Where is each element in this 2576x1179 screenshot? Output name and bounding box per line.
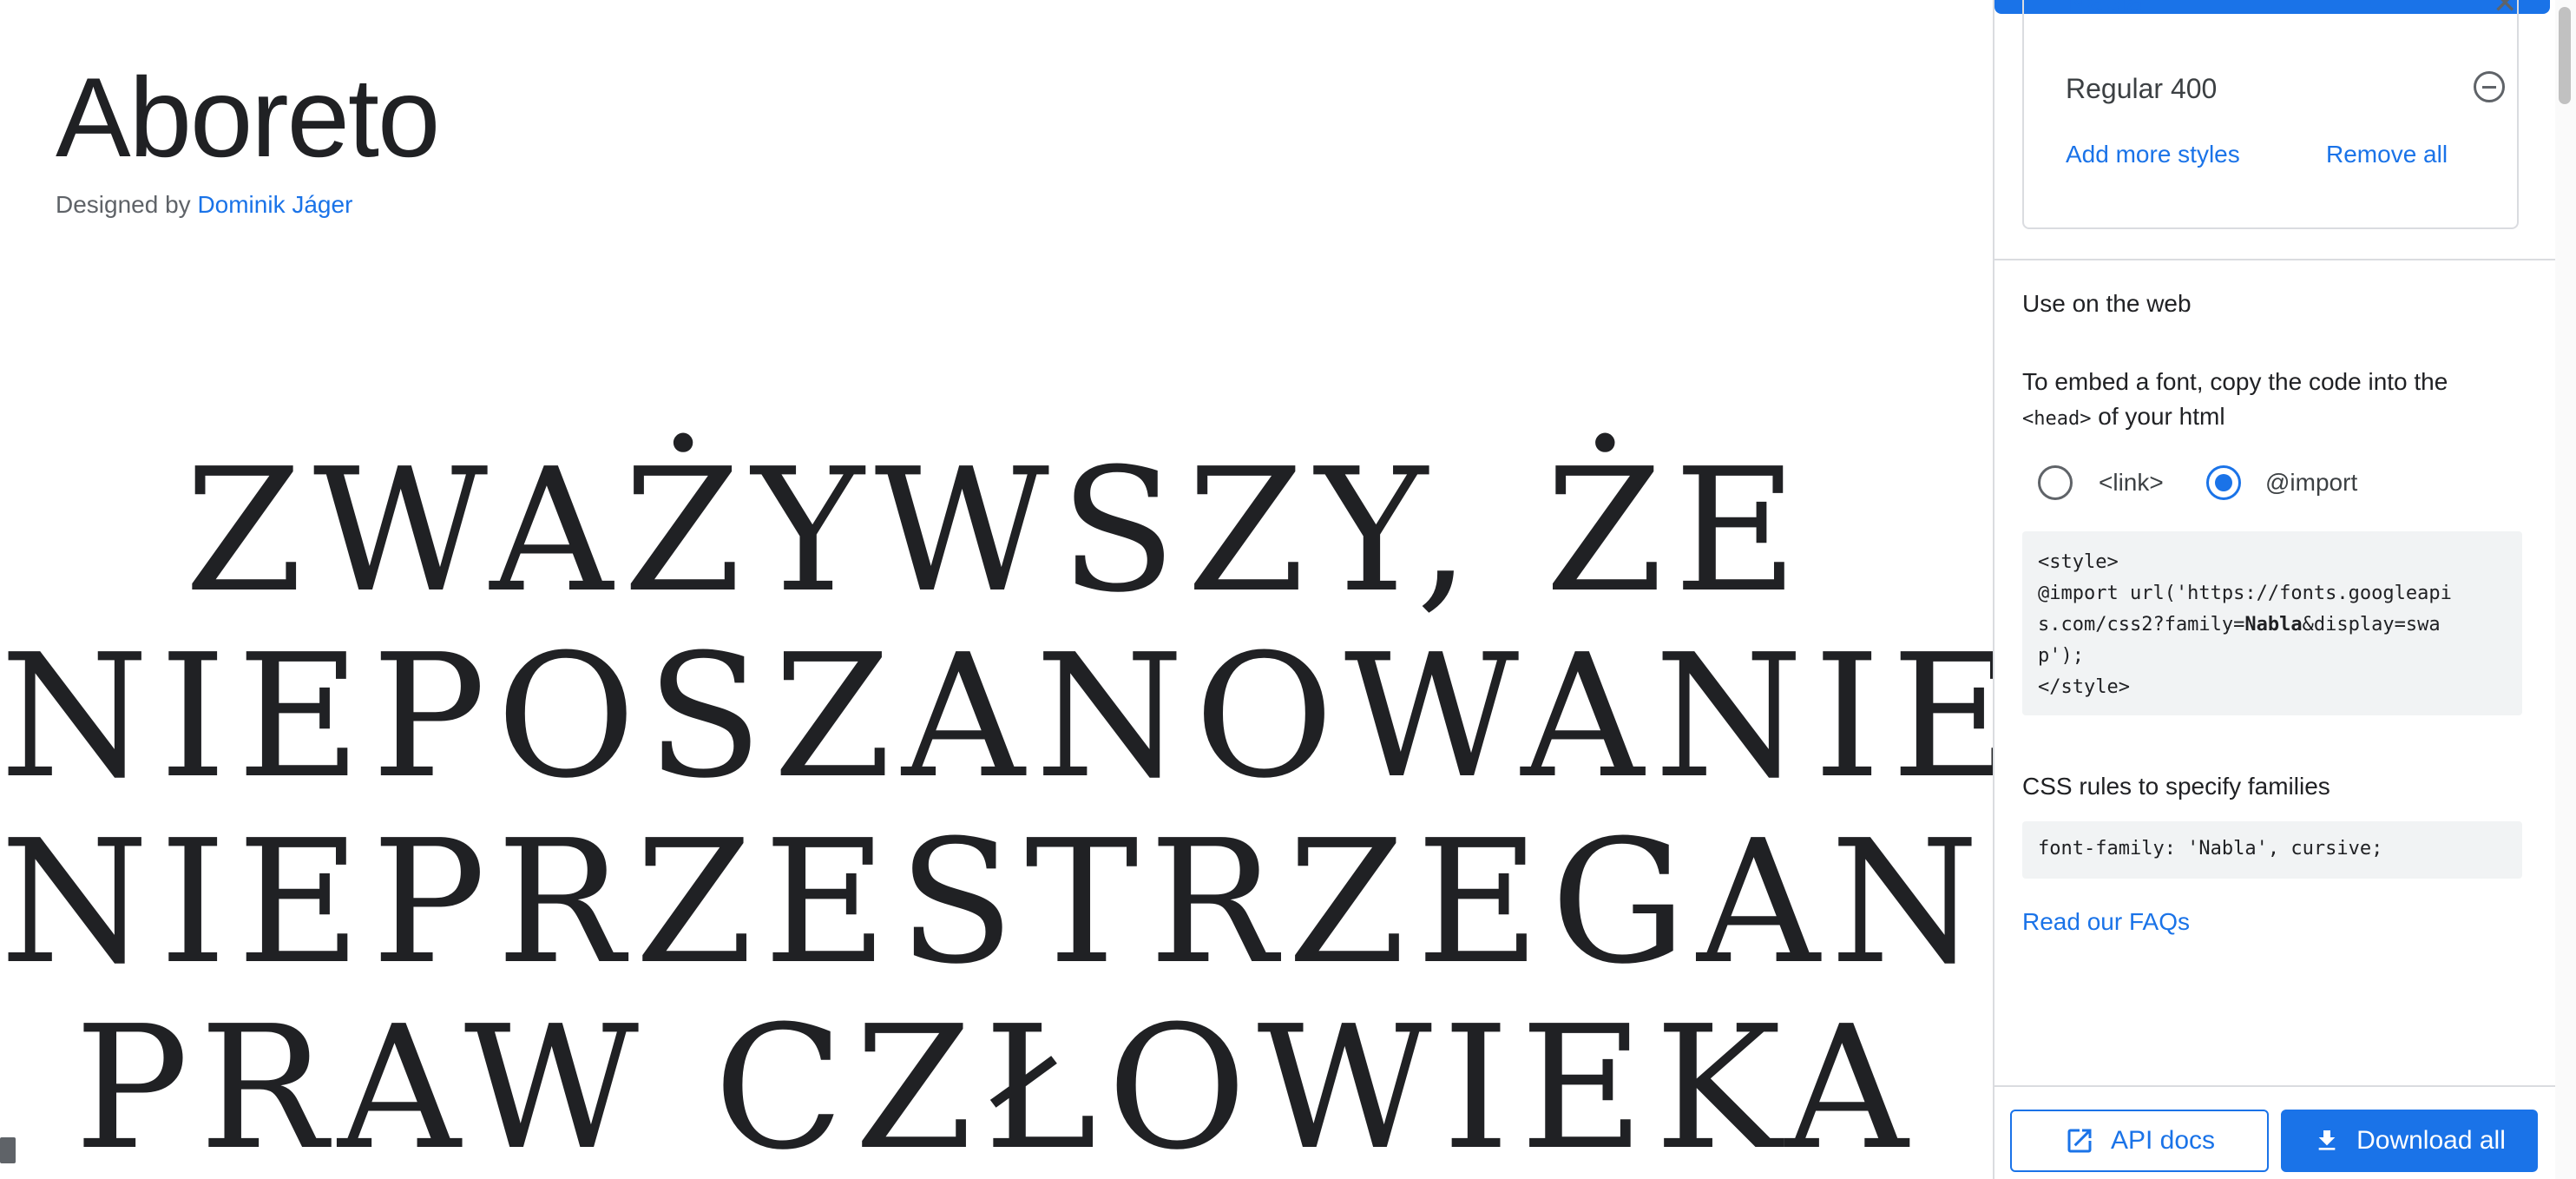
close-icon[interactable]: ✕	[2493, 0, 2518, 21]
scrollbar-thumb[interactable]	[2559, 7, 2571, 104]
css-rule-code[interactable]: font-family: 'Nabla', cursive;	[2022, 821, 2522, 879]
designer-link[interactable]: Dominik Jáger	[197, 191, 352, 218]
embed-code-block[interactable]: <style> @import url('https://fonts.googl…	[2022, 531, 2522, 715]
faq-link[interactable]: Read our FAQs	[2022, 908, 2190, 936]
radio-import[interactable]	[2206, 465, 2241, 500]
divider	[1994, 1085, 2557, 1087]
remove-all-link[interactable]: Remove all	[2326, 141, 2448, 168]
api-docs-button[interactable]: API docs	[2010, 1110, 2269, 1172]
specimen-line: ZWAŻYWSZY, ŻE	[184, 432, 1809, 630]
code-line: @import url('https://fonts.googleapi	[2038, 583, 2452, 604]
download-icon	[2318, 1130, 2336, 1150]
font-title: Aboreto	[56, 54, 440, 181]
css-rules-title: CSS rules to specify families	[2022, 773, 2330, 800]
code-family-bold: Nabla	[2244, 614, 2303, 636]
api-docs-label: API docs	[2110, 1126, 2216, 1155]
add-more-styles-link[interactable]: Add more styles	[2066, 141, 2240, 168]
resize-handle[interactable]	[0, 1137, 16, 1163]
code-line: <style>	[2038, 551, 2119, 573]
selected-family-name[interactable]: Nabla	[2066, 0, 2143, 20]
radio-link[interactable]	[2038, 465, 2073, 500]
selected-style-name: Regular 400	[2066, 73, 2218, 104]
head-tag-code: <head>	[2022, 408, 2092, 430]
scrollbar-track[interactable]	[2555, 0, 2576, 1179]
code-text: s.com/css2?family=	[2038, 614, 2245, 636]
remove-circle-icon[interactable]	[2474, 71, 2505, 102]
embed-text-part: To embed a font, copy the code into the	[2022, 368, 2448, 395]
selected-family-card: Nabla ✕ Regular 400 Add more styles Remo…	[2022, 0, 2519, 229]
open-in-new-icon	[2067, 1129, 2092, 1153]
download-all-label: Download all	[2356, 1126, 2506, 1155]
specimen-line: NIEPRZESTRZEGANIE	[0, 804, 1993, 1002]
selected-families-panel: Nabla ✕ Regular 400 Add more styles Remo…	[1993, 0, 2557, 1179]
specimen-line: NIEPOSZANOWANIE I	[0, 618, 1993, 816]
code-line: s.com/css2?family=Nabla&display=swa	[2038, 609, 2507, 641]
embed-instructions: To embed a font, copy the code into the …	[2022, 365, 2526, 437]
radio-link-label[interactable]: <link>	[2099, 469, 2164, 497]
specimen-line: PRAW CZŁOWIEKA	[74, 990, 1919, 1179]
divider	[1994, 259, 2557, 260]
download-all-button[interactable]: Download all	[2281, 1110, 2538, 1172]
designer-line: Designed by Dominik Jáger	[56, 188, 352, 222]
font-detail-main: Aboreto Designed by Dominik Jáger ZWAŻYW…	[0, 0, 1993, 1179]
code-line: p');	[2038, 645, 2084, 667]
embed-text-part: of your html	[2098, 403, 2225, 430]
use-on-web-title: Use on the web	[2022, 290, 2192, 317]
code-text: &display=swa	[2302, 614, 2441, 636]
designed-by-label: Designed by	[56, 191, 191, 218]
specimen-preview: ZWAŻYWSZY, ŻE NIEPOSZANOWANIE I NIEPRZES…	[0, 438, 1993, 1179]
radio-import-label[interactable]: @import	[2265, 469, 2357, 497]
code-line: </style>	[2038, 676, 2130, 698]
